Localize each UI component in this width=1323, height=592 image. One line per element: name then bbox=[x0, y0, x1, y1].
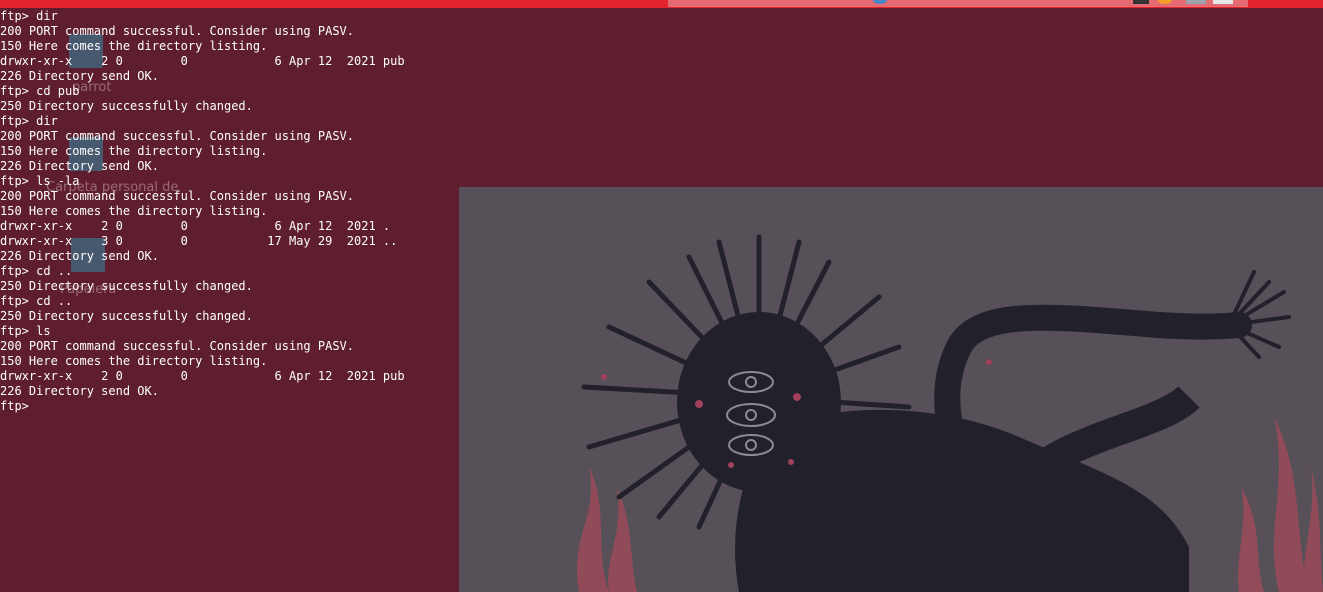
terminal-line: 226 Directory send OK. bbox=[0, 159, 159, 173]
terminal-line: ftp> dir bbox=[0, 114, 58, 128]
globe-icon[interactable] bbox=[873, 0, 887, 4]
terminal-line: 200 PORT command successful. Consider us… bbox=[0, 24, 355, 38]
terminal-line: ftp> dir bbox=[0, 9, 58, 23]
firefox-icon[interactable] bbox=[1158, 0, 1172, 4]
terminal-line: 150 Here comes the directory listing. bbox=[0, 354, 268, 368]
terminal-line: drwxr-xr-x 2 0 0 6 Apr 12 2021 pub bbox=[0, 369, 405, 383]
terminal-line: 250 Directory successfully changed. bbox=[0, 309, 253, 323]
terminal-line: ftp> cd .. bbox=[0, 264, 73, 278]
terminal-line: 200 PORT command successful. Consider us… bbox=[0, 129, 355, 143]
terminal-output[interactable]: ftp> dir 200 PORT command successful. Co… bbox=[0, 9, 860, 414]
terminal-icon[interactable] bbox=[1133, 0, 1149, 4]
terminal-line: ftp> cd .. bbox=[0, 294, 73, 308]
terminal-line: ftp> ls -la bbox=[0, 174, 80, 188]
terminal-prompt-line[interactable]: ftp> bbox=[0, 399, 860, 414]
terminal-line: 250 Directory successfully changed. bbox=[0, 99, 253, 113]
top-panel bbox=[0, 0, 1323, 8]
terminal-line: 250 Directory successfully changed. bbox=[0, 279, 253, 293]
terminal-line: drwxr-xr-x 3 0 0 17 May 29 2021 .. bbox=[0, 234, 398, 248]
panel-window-strip[interactable] bbox=[668, 0, 1248, 7]
terminal-line: 226 Directory send OK. bbox=[0, 384, 159, 398]
window-icon[interactable] bbox=[1213, 0, 1233, 4]
terminal-line: ftp> cd pub bbox=[0, 84, 80, 98]
terminal-line: 200 PORT command successful. Consider us… bbox=[0, 189, 355, 203]
terminal-line: ftp> ls bbox=[0, 324, 51, 338]
terminal-line: 226 Directory send OK. bbox=[0, 69, 159, 83]
terminal-line: 226 Directory send OK. bbox=[0, 249, 159, 263]
terminal-line: 200 PORT command successful. Consider us… bbox=[0, 339, 355, 353]
files-icon[interactable] bbox=[1186, 0, 1206, 4]
terminal-line: 150 Here comes the directory listing. bbox=[0, 144, 268, 158]
terminal-line: 150 Here comes the directory listing. bbox=[0, 39, 268, 53]
terminal-line: 150 Here comes the directory listing. bbox=[0, 204, 268, 218]
terminal-line: drwxr-xr-x 2 0 0 6 Apr 12 2021 pub bbox=[0, 54, 405, 68]
desktop-screen: parrot Carpeta personal de Papelera ftp>… bbox=[0, 0, 1323, 592]
terminal-line: drwxr-xr-x 2 0 0 6 Apr 12 2021 . bbox=[0, 219, 391, 233]
